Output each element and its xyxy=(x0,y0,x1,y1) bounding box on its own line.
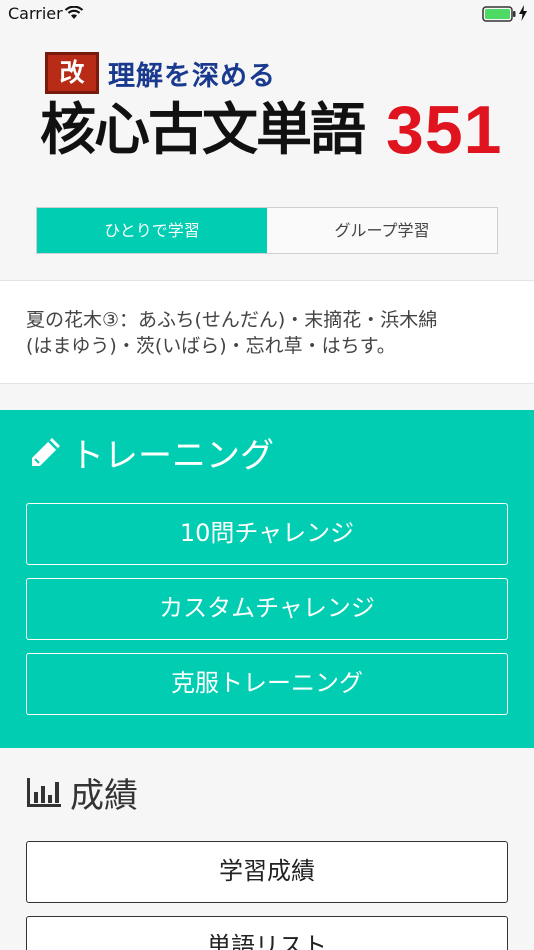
charging-icon xyxy=(519,5,527,21)
study-mode-segmented-control: ひとりで学習 グループ学習 xyxy=(36,207,498,254)
notice-line-2: (はまゆう)・茨(いばら)・忘れ草・はちす。 xyxy=(26,335,396,357)
logo-subtitle: 理解を深める xyxy=(108,61,276,92)
notice-line-1: 夏の花木③：あふち(せんだん)・末摘花・浜木綿 xyxy=(26,309,438,331)
segment-solo-study[interactable]: ひとりで学習 xyxy=(37,208,267,253)
study-results-button[interactable]: 学習成績 xyxy=(26,841,508,903)
pencil-icon xyxy=(32,437,60,466)
segment-group-study[interactable]: グループ学習 xyxy=(267,208,497,253)
results-header: 成績 xyxy=(26,768,138,817)
results-title: 成績 xyxy=(70,776,138,816)
status-bar: Carrier xyxy=(0,0,534,30)
kai-badge: 改 xyxy=(45,52,99,94)
ten-question-challenge-button[interactable]: 10問チャレンジ xyxy=(26,503,508,565)
logo-title: 核心古文単語 xyxy=(40,98,366,163)
app-logo: 改 理解を深める 核心古文単語 351 xyxy=(40,50,510,168)
bar-chart-icon xyxy=(27,777,61,807)
training-section: トレーニング 10問チャレンジ カスタムチャレンジ 克服トレーニング xyxy=(0,410,534,748)
overcome-training-button[interactable]: 克服トレーニング xyxy=(26,653,508,715)
carrier-label: Carrier xyxy=(8,4,63,23)
wifi-icon xyxy=(64,6,84,19)
training-header: トレーニング xyxy=(26,428,274,477)
word-list-button[interactable]: 単語リスト xyxy=(26,916,508,950)
daily-notice: 夏の花木③：あふち(せんだん)・末摘花・浜木綿 (はまゆう)・茨(いばら)・忘れ… xyxy=(0,280,534,384)
custom-challenge-button[interactable]: カスタムチャレンジ xyxy=(26,578,508,640)
logo-number: 351 xyxy=(386,92,503,168)
training-title: トレーニング xyxy=(70,436,274,476)
battery-icon xyxy=(482,6,516,22)
